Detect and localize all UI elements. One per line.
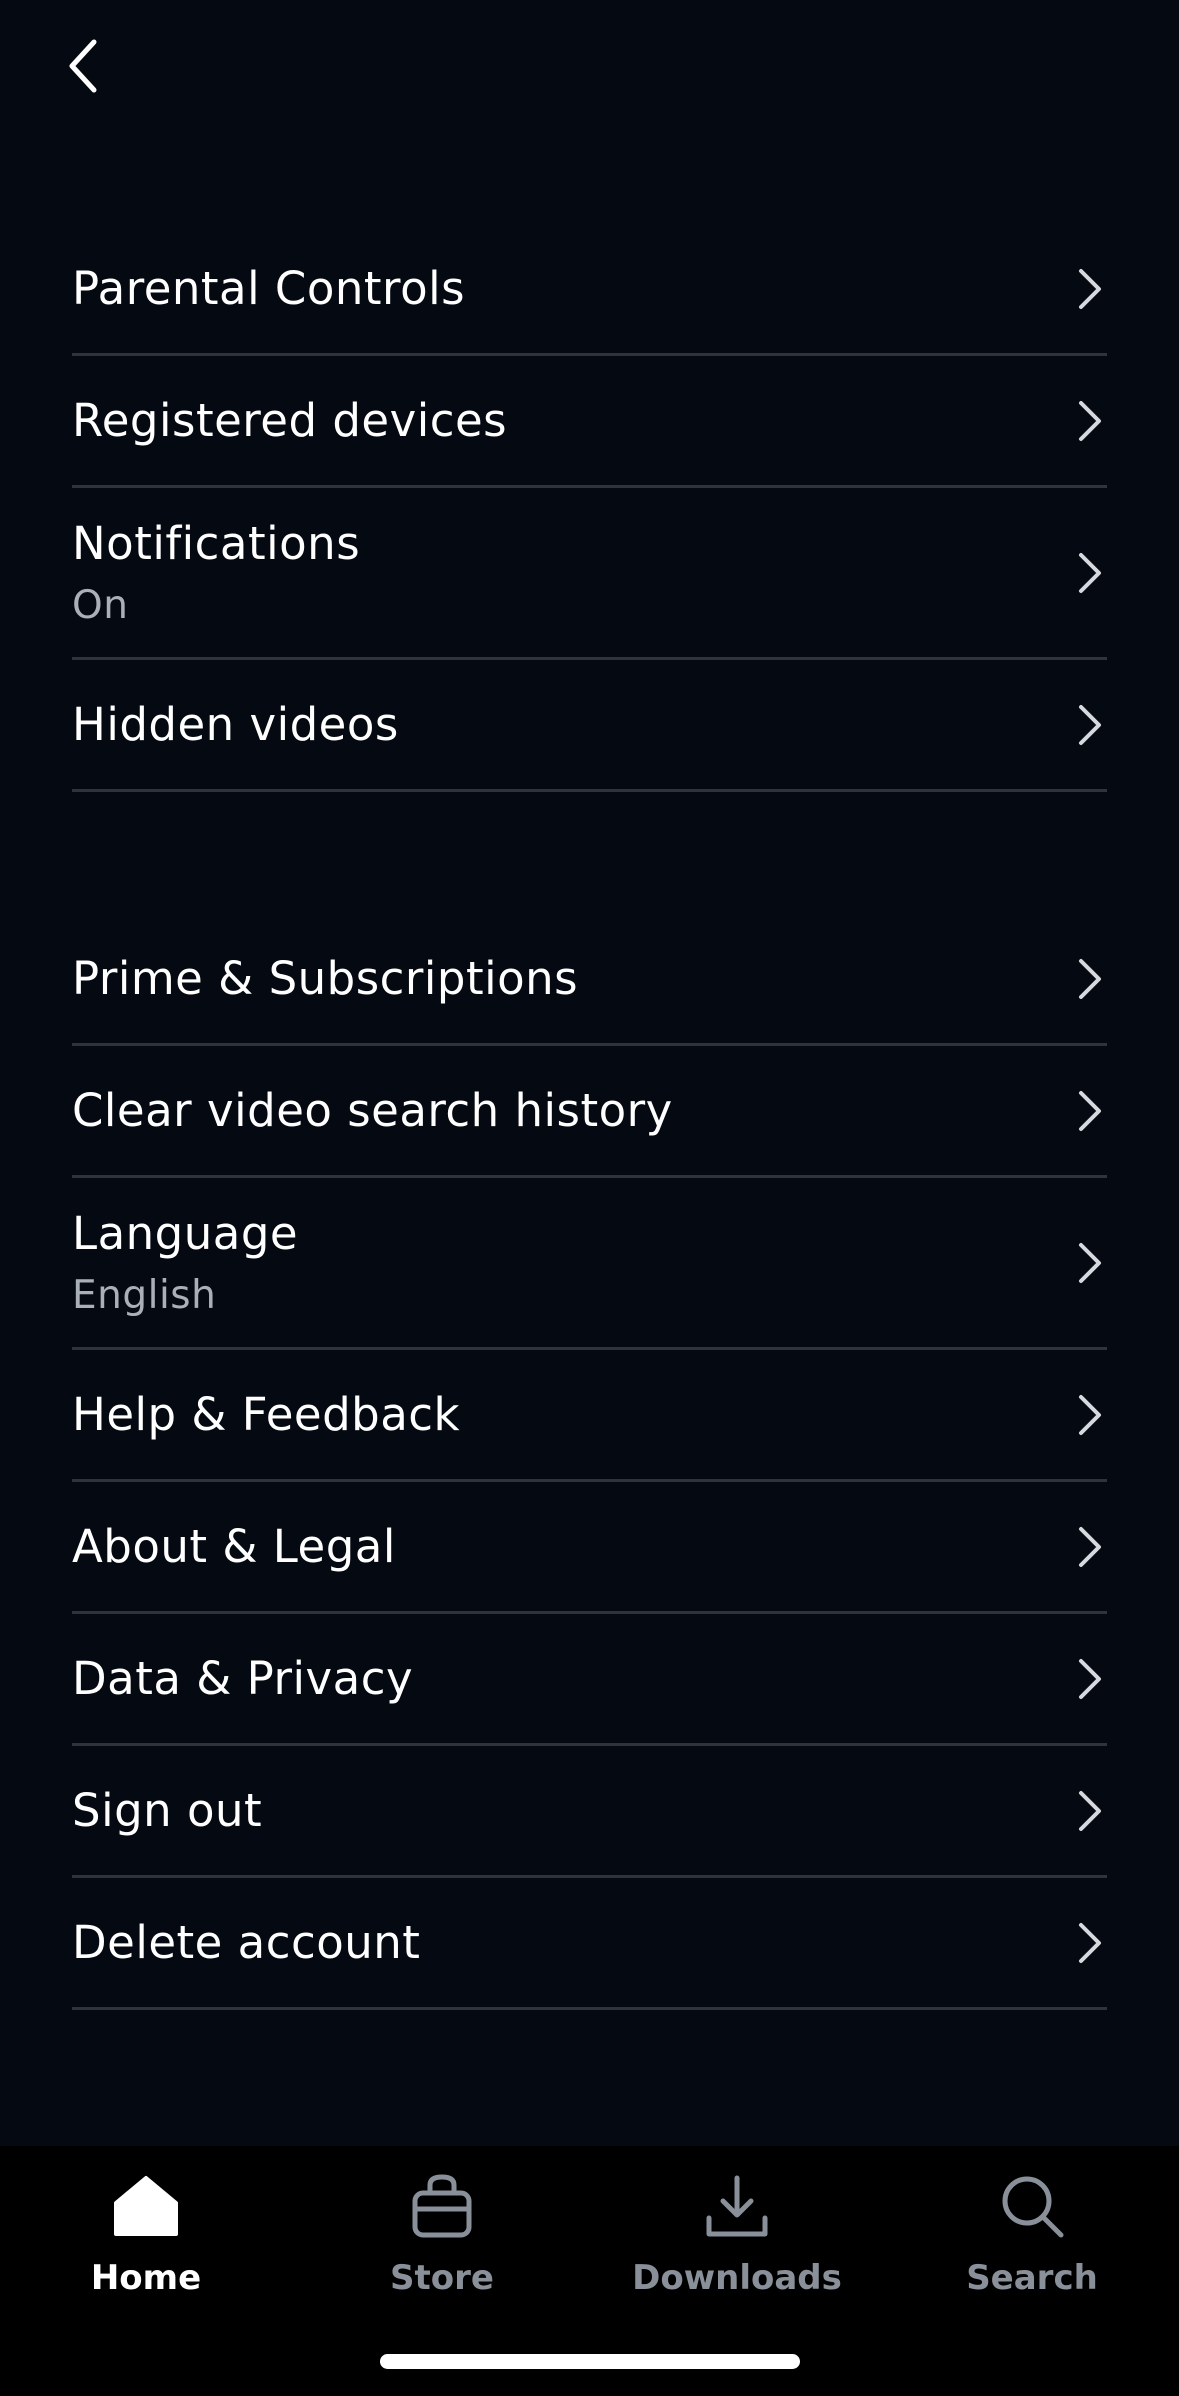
chevron-right-icon — [1079, 400, 1101, 441]
nav-item-home[interactable]: Home — [31, 2168, 261, 2318]
chevron-right-icon — [1079, 1790, 1101, 1831]
settings-item-label: Data & Privacy — [72, 1651, 414, 1705]
settings-item-parental-controls[interactable]: Parental Controls — [72, 224, 1107, 356]
chevron-right-icon — [1079, 1658, 1101, 1699]
settings-group-general: Prime & Subscriptions Clear video search… — [72, 914, 1107, 2010]
settings-item-label: Notifications — [72, 516, 361, 570]
chevron-right-icon — [1079, 1090, 1101, 1131]
settings-item-registered-devices[interactable]: Registered devices — [72, 356, 1107, 488]
nav-label: Search — [966, 2258, 1098, 2298]
home-indicator[interactable] — [380, 2354, 800, 2369]
chevron-right-icon — [1079, 552, 1101, 593]
nav-label: Downloads — [632, 2258, 842, 2298]
chevron-right-icon — [1079, 1526, 1101, 1567]
settings-item-language[interactable]: Language English — [72, 1178, 1107, 1350]
settings-item-label: Help & Feedback — [72, 1387, 461, 1441]
chevron-right-icon — [1079, 958, 1101, 999]
shopping-bag-icon — [412, 2174, 472, 2238]
settings-item-notifications[interactable]: Notifications On — [72, 488, 1107, 660]
settings-item-delete-account[interactable]: Delete account — [72, 1878, 1107, 2010]
settings-item-label: Delete account — [72, 1915, 421, 1969]
nav-item-downloads[interactable]: Downloads — [622, 2168, 852, 2318]
back-button[interactable] — [48, 24, 120, 108]
settings-group-account: Parental Controls Registered devices Not… — [72, 224, 1107, 792]
settings-screen: Parental Controls Registered devices Not… — [0, 0, 1179, 2396]
settings-item-sign-out[interactable]: Sign out — [72, 1746, 1107, 1878]
settings-item-label: Prime & Subscriptions — [72, 951, 579, 1005]
settings-item-data-privacy[interactable]: Data & Privacy — [72, 1614, 1107, 1746]
chevron-right-icon — [1079, 268, 1101, 309]
settings-item-label: Registered devices — [72, 393, 508, 447]
chevron-right-icon — [1079, 1922, 1101, 1963]
settings-item-label: About & Legal — [72, 1519, 396, 1573]
settings-item-prime-subscriptions[interactable]: Prime & Subscriptions — [72, 914, 1107, 1046]
settings-item-clear-search-history[interactable]: Clear video search history — [72, 1046, 1107, 1178]
settings-item-value: English — [72, 1272, 217, 1318]
nav-item-search[interactable]: Search — [917, 2168, 1147, 2318]
settings-item-label: Clear video search history — [72, 1083, 673, 1137]
settings-item-label: Parental Controls — [72, 261, 466, 315]
settings-item-label: Hidden videos — [72, 697, 399, 751]
settings-item-help-feedback[interactable]: Help & Feedback — [72, 1350, 1107, 1482]
settings-item-value: On — [72, 582, 129, 628]
nav-item-store[interactable]: Store — [327, 2168, 557, 2318]
chevron-right-icon — [1079, 1394, 1101, 1435]
search-icon — [1002, 2176, 1064, 2238]
chevron-right-icon — [1079, 704, 1101, 745]
nav-label: Home — [90, 2258, 202, 2298]
settings-item-label: Language — [72, 1206, 299, 1260]
settings-item-hidden-videos[interactable]: Hidden videos — [72, 660, 1107, 792]
chevron-right-icon — [1079, 1242, 1101, 1283]
download-icon — [706, 2175, 768, 2237]
chevron-left-icon — [69, 39, 97, 93]
nav-label: Store — [390, 2258, 494, 2298]
settings-item-about-legal[interactable]: About & Legal — [72, 1482, 1107, 1614]
settings-item-label: Sign out — [72, 1783, 263, 1837]
home-icon — [114, 2176, 178, 2236]
